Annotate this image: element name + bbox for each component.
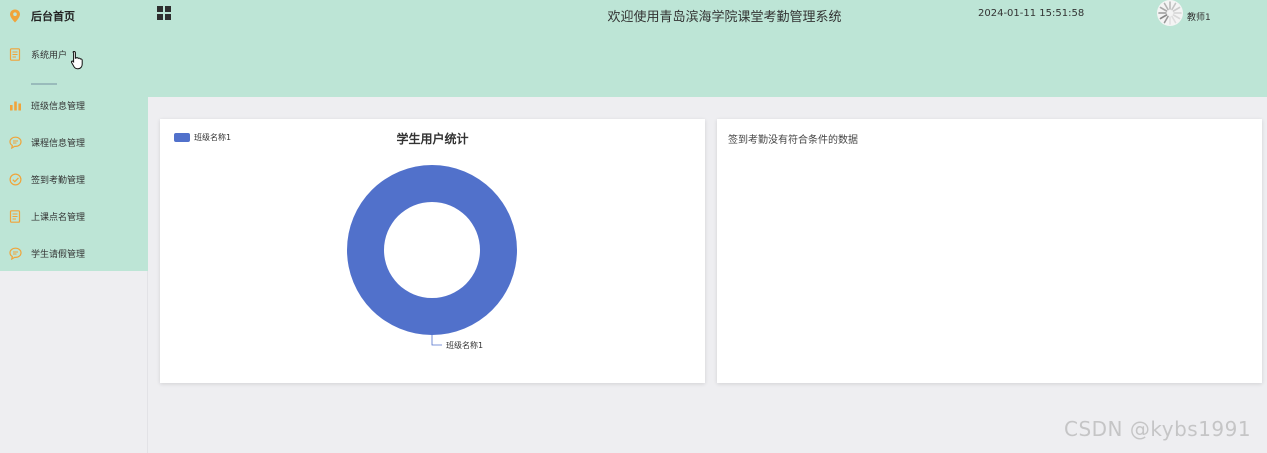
- document-icon: [8, 47, 22, 61]
- sidebar-empty-area: [0, 271, 148, 453]
- empty-state-message: 签到考勤没有符合条件的数据: [728, 135, 858, 146]
- sidebar-item-attendance[interactable]: 签到考勤管理: [0, 164, 148, 194]
- slice-label: 班级名称1: [446, 341, 484, 350]
- sidebar-item-leave[interactable]: 学生请假管理: [0, 238, 148, 268]
- bar-chart-icon: [8, 98, 22, 112]
- slice-label-line: [431, 335, 442, 346]
- avatar[interactable]: [1157, 0, 1183, 26]
- sidebar-item-label: 系统用户: [31, 50, 68, 61]
- user-name[interactable]: 教师1: [1187, 10, 1211, 23]
- sidebar-item-label: 班级信息管理: [31, 101, 86, 112]
- loading-spinner-icon: [1158, 1, 1182, 25]
- sidebar-item-label: 学生请假管理: [31, 249, 86, 260]
- student-stats-card: 班级名称1 学生用户统计 班级名称1: [160, 119, 705, 383]
- sidebar-item-label: 签到考勤管理: [31, 175, 86, 186]
- donut-chart: [347, 165, 517, 346]
- chat-bubble-icon: [8, 246, 22, 260]
- datetime-display: 2024-01-11 15:51:58: [978, 8, 1085, 19]
- sidebar-item-home[interactable]: 后台首页: [0, 1, 148, 31]
- sidebar-item-label: 上课点名管理: [31, 212, 86, 223]
- watermark: CSDN @kybs1991: [1064, 417, 1252, 441]
- donut-slice[interactable]: [347, 165, 517, 335]
- chat-bubble-icon: [8, 135, 22, 149]
- sidebar-item-class-info[interactable]: 班级信息管理: [0, 90, 148, 120]
- sidebar-item-roll-call[interactable]: 上课点名管理: [0, 201, 148, 231]
- attendance-card: 签到考勤没有符合条件的数据: [717, 119, 1262, 383]
- sidebar-item-label: 后台首页: [31, 10, 75, 23]
- hand-cursor-icon: [70, 50, 83, 70]
- top-header: 欢迎使用青岛滨海学院课堂考勤管理系统 2024-01-11 15:51:58 教…: [148, 0, 1267, 97]
- collapsed-submenu-divider: [31, 82, 71, 86]
- sidebar-item-course-info[interactable]: 课程信息管理: [0, 127, 148, 157]
- location-pin-icon: [8, 9, 22, 23]
- sidebar: 后台首页 系统用户 班级信息管理 课程信息管理 签到考勤管理 上课点名管理 学生…: [0, 0, 148, 271]
- check-circle-icon: [8, 172, 22, 186]
- document-icon: [8, 209, 22, 223]
- page-title: 欢迎使用青岛滨海学院课堂考勤管理系统: [607, 10, 842, 25]
- sidebar-item-label: 课程信息管理: [31, 138, 86, 149]
